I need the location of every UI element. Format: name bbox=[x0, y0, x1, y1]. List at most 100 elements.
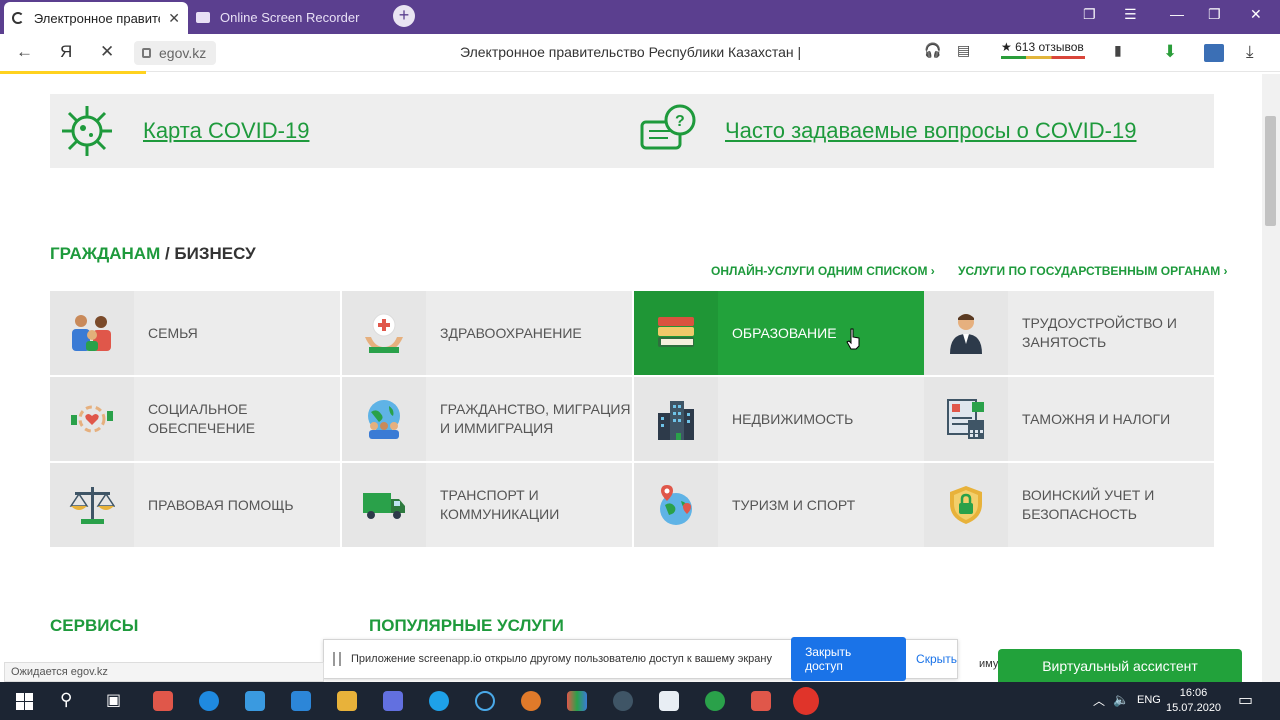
page-load-progress bbox=[0, 71, 146, 74]
category-label: ТАМОЖНЯ И НАЛОГИ bbox=[1022, 410, 1171, 427]
tab-title: Электронное правител bbox=[33, 10, 161, 26]
restore-icon[interactable]: ❐ bbox=[1208, 6, 1221, 23]
windows-start-icon[interactable] bbox=[16, 693, 33, 710]
app-icon-1[interactable] bbox=[153, 691, 173, 711]
yandex-browser-icon[interactable] bbox=[793, 687, 819, 715]
category-label: ЗДРАВООХРАНЕНИЕ bbox=[440, 324, 582, 341]
category-employment[interactable]: ТРУДОУСТРОЙСТВО И ЗАНЯТОСТЬ bbox=[924, 291, 1214, 375]
hide-link[interactable]: Скрыть bbox=[916, 652, 957, 666]
category-label: ТРУДОУСТРОЙСТВО И ЗАНЯТОСТЬ bbox=[1022, 315, 1177, 350]
new-tab-button[interactable]: + bbox=[393, 5, 415, 27]
tray-chevron-icon[interactable]: ︿ bbox=[1093, 692, 1105, 709]
category-family[interactable]: СЕМЬЯ bbox=[50, 291, 340, 375]
stats-extension-icon[interactable] bbox=[1204, 44, 1224, 62]
business-tab[interactable]: БИЗНЕСУ bbox=[174, 244, 255, 263]
covid-map-link[interactable]: Карта COVID-19 bbox=[143, 118, 309, 144]
star-icon: ★ bbox=[1001, 40, 1012, 54]
scales-icon bbox=[69, 487, 115, 524]
tab-title: Online Screen Recorder bbox=[220, 9, 360, 25]
category-label: СЕМЬЯ bbox=[148, 324, 198, 341]
tab-screen-recorder[interactable]: Online Screen Recorder bbox=[196, 6, 401, 28]
covid-faq-link[interactable]: Часто задаваемые вопросы о COVID-19 bbox=[725, 118, 1136, 144]
globe-pin-icon bbox=[660, 485, 692, 525]
services-by-agency-link[interactable]: УСЛУГИ ПО ГОСУДАРСТВЕННЫМ ОРГАНАМ › bbox=[958, 264, 1228, 278]
app-icon-2[interactable] bbox=[475, 691, 495, 711]
category-transport[interactable]: ТРАНСПОРТ И КОММУНИКАЦИИ bbox=[342, 463, 632, 547]
reviews-badge[interactable]: ★ 613 отзывов bbox=[1001, 40, 1085, 59]
edge-icon[interactable] bbox=[199, 691, 219, 711]
headphones-icon[interactable]: 🎧 bbox=[924, 42, 941, 59]
close-access-button[interactable]: Закрыть доступ bbox=[791, 637, 907, 681]
truncated-text: иму bbox=[979, 658, 999, 670]
search-icon[interactable]: ⚲ bbox=[60, 690, 72, 710]
reader-icon[interactable]: ▤ bbox=[957, 42, 970, 59]
app-icon-5[interactable] bbox=[705, 691, 725, 711]
task-view-icon[interactable]: ▣ bbox=[106, 690, 121, 710]
notifications-icon[interactable]: ▭ bbox=[1238, 690, 1253, 710]
explorer-icon[interactable] bbox=[337, 691, 357, 711]
tab-egov[interactable]: Электронное правител ✕ bbox=[4, 2, 188, 34]
category-real-estate[interactable]: НЕДВИЖИМОСТЬ bbox=[634, 377, 924, 461]
store-icon[interactable] bbox=[245, 691, 265, 711]
skype-icon[interactable] bbox=[429, 691, 449, 711]
notice-message: Приложение screenapp.io открыло другому … bbox=[350, 653, 772, 665]
lock-icon bbox=[142, 48, 151, 58]
discord-icon[interactable] bbox=[383, 691, 403, 711]
category-label: ТУРИЗМ И СПОРТ bbox=[732, 496, 856, 513]
svg-text:?: ? bbox=[675, 113, 685, 130]
bookmark-icon[interactable]: ▮ bbox=[1114, 42, 1122, 59]
back-icon[interactable]: ← bbox=[16, 42, 33, 62]
browser-tab-bar: Электронное правител ✕ Online Screen Rec… bbox=[0, 0, 1280, 34]
category-tourism-sport[interactable]: ТУРИЗМ И СПОРТ bbox=[634, 463, 924, 547]
loading-spinner-icon bbox=[12, 12, 24, 24]
social-care-icon bbox=[71, 405, 113, 433]
virtual-assistant-button[interactable]: Виртуальный ассистент bbox=[998, 649, 1242, 683]
category-label: ПРАВОВАЯ ПОМОЩЬ bbox=[148, 496, 294, 513]
category-label: НЕДВИЖИМОСТЬ bbox=[732, 410, 854, 427]
category-education[interactable]: ОБРАЗОВАНИЕ bbox=[634, 291, 924, 375]
globe-people-icon bbox=[368, 400, 400, 439]
menu-icon[interactable]: ☰ bbox=[1124, 6, 1137, 23]
clock[interactable]: 16:06 15.07.2020 bbox=[1166, 686, 1221, 716]
drag-handle-icon[interactable] bbox=[333, 652, 341, 666]
app-icon-4[interactable] bbox=[659, 691, 679, 711]
category-label: ОБРАЗОВАНИЕ bbox=[732, 324, 837, 341]
category-military-security[interactable]: ВОИНСКИЙ УЧЕТ И БЕЗОПАСНОСТЬ bbox=[924, 463, 1214, 547]
url-field[interactable]: egov.kz bbox=[134, 41, 216, 65]
category-customs-taxes[interactable]: ТАМОЖНЯ И НАЛОГИ bbox=[924, 377, 1214, 461]
category-label: ВОИНСКИЙ УЧЕТ И БЕЗОПАСНОСТЬ bbox=[1022, 487, 1155, 522]
steam-icon[interactable] bbox=[613, 691, 633, 711]
stop-icon[interactable]: ✕ bbox=[100, 42, 114, 62]
page-scrollbar[interactable] bbox=[1262, 74, 1280, 682]
mail-icon[interactable] bbox=[291, 691, 311, 711]
services-title: СЕРВИСЫ bbox=[50, 616, 139, 635]
tab-close-icon[interactable]: ✕ bbox=[168, 10, 180, 27]
books-icon bbox=[658, 317, 694, 347]
section-title: ГРАЖДАНАМ / БИЗНЕСУ bbox=[50, 244, 256, 263]
scrollbar-thumb[interactable] bbox=[1265, 116, 1276, 226]
page-title: Электронное правительство Республики Каз… bbox=[460, 44, 802, 60]
covid-banner: Карта COVID-19 ? Часто задаваемые вопрос… bbox=[50, 94, 1214, 168]
downloads-icon[interactable]: ⤓ bbox=[1246, 42, 1254, 62]
close-window-icon[interactable]: ✕ bbox=[1250, 6, 1262, 23]
category-label: ГРАЖДАНСТВО, МИГРАЦИЯ И ИММИГРАЦИЯ bbox=[440, 401, 631, 436]
bookmarks-icon[interactable]: ❐ bbox=[1083, 6, 1096, 23]
yandex-icon[interactable]: Я bbox=[60, 42, 72, 62]
category-social-security[interactable]: СОЦИАЛЬНОЕ ОБЕСПЕЧЕНИЕ bbox=[50, 377, 340, 461]
category-healthcare[interactable]: ЗДРАВООХРАНЕНИЕ bbox=[342, 291, 632, 375]
buildings-icon bbox=[658, 401, 694, 440]
language-indicator[interactable]: ENG bbox=[1137, 694, 1161, 706]
yandex-app-icon[interactable] bbox=[751, 691, 771, 711]
rubik-icon[interactable] bbox=[567, 691, 587, 711]
volume-icon[interactable]: 🔈 bbox=[1113, 692, 1129, 708]
popular-services-title: ПОПУЛЯРНЫЕ УСЛУГИ bbox=[369, 616, 564, 635]
category-citizenship[interactable]: ГРАЖДАНСТВО, МИГРАЦИЯ И ИММИГРАЦИЯ bbox=[342, 377, 632, 461]
app-icon-3[interactable] bbox=[521, 691, 541, 711]
status-bar: Ожидается egov.kz bbox=[4, 662, 324, 682]
minimize-icon[interactable]: — bbox=[1170, 6, 1184, 22]
citizens-tab[interactable]: ГРАЖДАНАМ bbox=[50, 244, 160, 263]
download-extension-icon[interactable]: ⬇ bbox=[1163, 42, 1177, 62]
category-legal-aid[interactable]: ПРАВОВАЯ ПОМОЩЬ bbox=[50, 463, 340, 547]
online-services-link[interactable]: ОНЛАЙН-УСЛУГИ ОДНИМ СПИСКОМ › bbox=[711, 264, 935, 278]
category-label: ТРАНСПОРТ И КОММУНИКАЦИИ bbox=[440, 487, 560, 522]
